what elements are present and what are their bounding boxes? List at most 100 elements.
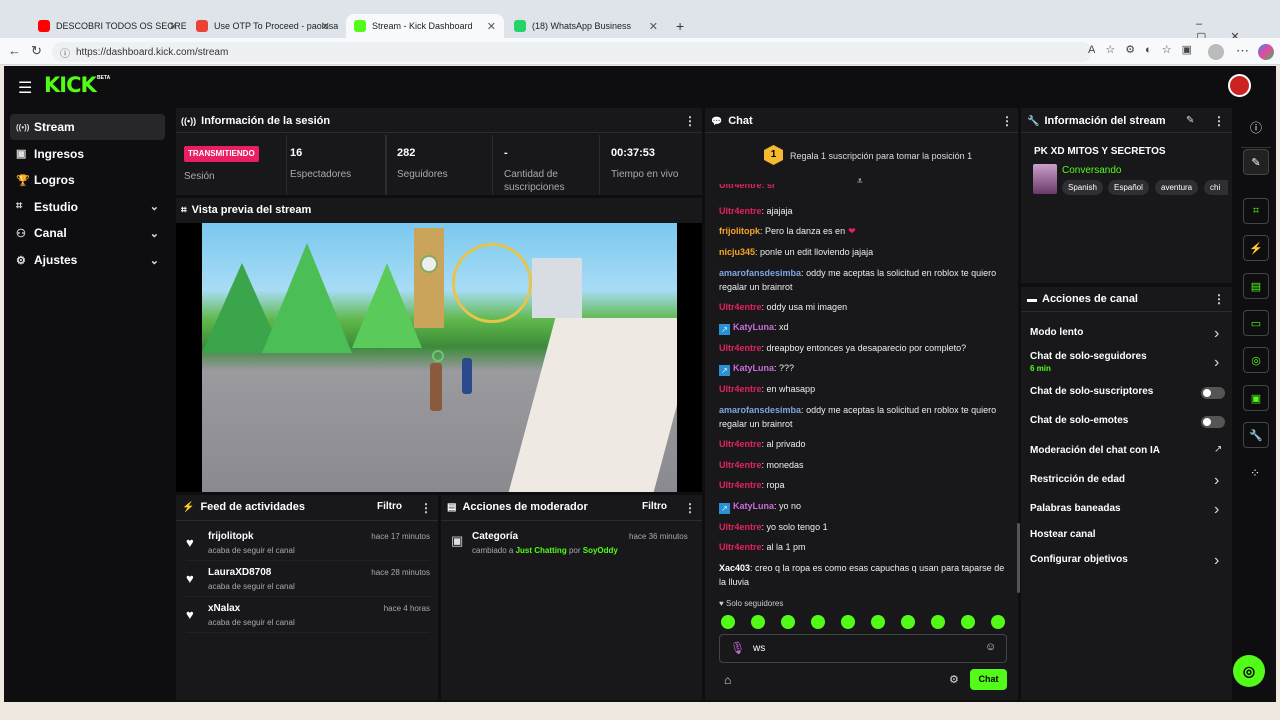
emote-icon[interactable] bbox=[721, 615, 735, 629]
chat-scrollbar[interactable] bbox=[1017, 523, 1020, 593]
category-thumbnail[interactable] bbox=[1033, 164, 1057, 194]
channel-action-modo-lento[interactable]: Modo lento bbox=[1030, 327, 1083, 338]
channel-action-moderaci-n-del-chat-con-ia[interactable]: Moderación del chat con IA bbox=[1030, 445, 1160, 456]
chat-username[interactable]: amarofansdesimba bbox=[719, 405, 801, 415]
browser-tab[interactable]: (18) WhatsApp Business ✕ bbox=[506, 14, 666, 38]
chat-username[interactable]: Ultr4entre bbox=[719, 384, 762, 394]
user-avatar[interactable] bbox=[1228, 74, 1251, 97]
emote-icon[interactable] bbox=[781, 615, 795, 629]
edit-pencil-icon[interactable]: ✎ bbox=[1186, 115, 1194, 126]
feed-item[interactable]: ♥ xNalax acaba de seguir el canal hace 4 ho… bbox=[186, 599, 430, 633]
external-link-icon[interactable]: ↗ bbox=[1214, 444, 1222, 455]
close-tab-icon[interactable]: ✕ bbox=[169, 20, 178, 33]
toggle-switch[interactable] bbox=[1201, 416, 1225, 428]
browser-tab[interactable]: Stream - Kick Dashboard ✕ bbox=[346, 14, 504, 38]
emote-icon[interactable] bbox=[991, 615, 1005, 629]
send-chat-button[interactable]: Chat bbox=[970, 669, 1007, 690]
toggle-switch[interactable] bbox=[1201, 387, 1225, 399]
emote-icon[interactable] bbox=[751, 615, 765, 629]
add-widget-icon[interactable]: ⁘ bbox=[1250, 466, 1260, 480]
chevron-right-icon[interactable]: › bbox=[1214, 325, 1219, 343]
feed-item-name[interactable]: xNalax bbox=[208, 603, 240, 614]
chevron-down-icon[interactable]: ⌄ bbox=[150, 227, 159, 240]
close-tab-icon[interactable]: ✕ bbox=[487, 20, 496, 33]
chat-settings-icon[interactable]: ⚙ bbox=[949, 673, 959, 686]
stream-category[interactable]: Conversando bbox=[1062, 165, 1121, 176]
emoji-picker-icon[interactable]: ☺ bbox=[985, 641, 996, 653]
chat-username[interactable]: Ultr4entre bbox=[719, 460, 762, 470]
site-info-icon[interactable]: ⓘ bbox=[60, 45, 70, 60]
feed-menu-icon[interactable]: ⋮ bbox=[420, 501, 432, 515]
new-tab-button[interactable]: + bbox=[676, 18, 684, 34]
channel-action-chat-de-solo-emotes[interactable]: Chat de solo-emotes bbox=[1030, 415, 1128, 426]
channel-action-hostear-canal[interactable]: Hostear canal bbox=[1030, 529, 1096, 540]
stream-tag[interactable]: chi bbox=[1204, 180, 1228, 195]
emote-icon[interactable] bbox=[811, 615, 825, 629]
back-icon[interactable]: ← bbox=[8, 43, 21, 58]
browser-tab[interactable]: DESCOBRI TODOS OS SEGREDOS✕ bbox=[30, 14, 186, 38]
preview-toggle-icon[interactable]: ⌗ bbox=[1243, 198, 1269, 224]
chat-username[interactable]: Ultr4entre bbox=[719, 480, 762, 490]
chat-username[interactable]: Ultr4entre bbox=[719, 302, 762, 312]
chevron-right-icon[interactable]: › bbox=[1214, 552, 1219, 570]
feed-filter-button[interactable]: Filtro bbox=[377, 501, 402, 512]
channel-action-palabras-baneadas[interactable]: Palabras baneadas bbox=[1030, 503, 1121, 514]
chat-username[interactable]: Ultr4entre bbox=[719, 522, 762, 532]
feed-item[interactable]: ♥ LauraXD8708 acaba de seguir el canal hace… bbox=[186, 563, 430, 597]
pinned-gift-text[interactable]: Regala 1 suscripción para tomar la posic… bbox=[790, 151, 972, 161]
feed-item[interactable]: ♥ frijolitopk acaba de seguir el canal hace… bbox=[186, 527, 430, 561]
stream-tag[interactable]: Spanish bbox=[1062, 180, 1103, 195]
session-toggle-icon[interactable]: ◎ bbox=[1243, 347, 1269, 373]
chat-username[interactable]: Ultr4entre bbox=[719, 343, 762, 353]
chevron-right-icon[interactable]: › bbox=[1214, 501, 1219, 519]
menu-dots-icon[interactable]: ⋯ bbox=[1236, 43, 1249, 59]
channel-action-restricci-n-de-edad[interactable]: Restricción de edad bbox=[1030, 474, 1125, 485]
stream-tag[interactable]: aventura bbox=[1155, 180, 1199, 195]
chat-username[interactable]: frijolitopk bbox=[719, 226, 760, 236]
hamburger-menu-icon[interactable]: ☰ bbox=[18, 78, 32, 98]
emote-icon[interactable] bbox=[961, 615, 975, 629]
store-icon[interactable]: ⌂ bbox=[724, 673, 731, 687]
chat-username[interactable]: Ultr4entre bbox=[719, 206, 762, 216]
chat-username[interactable]: Ultr4entre bbox=[719, 439, 762, 449]
sidebar-item-logros[interactable]: 🏆 Logros bbox=[10, 167, 165, 193]
stream-preview-video[interactable] bbox=[202, 223, 677, 492]
channel-action-chat-de-solo-seguidores[interactable]: Chat de solo-seguidores bbox=[1030, 351, 1147, 362]
chat-input[interactable]: ws bbox=[753, 643, 765, 654]
mod-actions-toggle-icon[interactable]: ▤ bbox=[1243, 273, 1269, 299]
browser-toolbar-icons[interactable]: A☆⚙◐☆▣ bbox=[1088, 43, 1202, 56]
close-tab-icon[interactable]: ✕ bbox=[649, 20, 658, 33]
feed-item-name[interactable]: LauraXD8708 bbox=[208, 567, 271, 578]
copilot-icon[interactable] bbox=[1258, 44, 1274, 60]
emote-icon[interactable] bbox=[841, 615, 855, 629]
profile-avatar[interactable] bbox=[1208, 44, 1224, 60]
emote-icon[interactable] bbox=[931, 615, 945, 629]
chat-username[interactable]: Xac403 bbox=[719, 563, 750, 573]
url-field[interactable]: https://dashboard.kick.com/stream bbox=[52, 42, 1092, 62]
stream-info-toggle-icon[interactable]: 🔧 bbox=[1243, 422, 1269, 448]
chat-menu-icon[interactable]: ⋮ bbox=[1001, 114, 1013, 128]
sidebar-item-stream[interactable]: ((•)) Stream bbox=[10, 114, 165, 140]
channel-action-chat-de-solo-suscriptores[interactable]: Chat de solo-suscriptores bbox=[1030, 386, 1153, 397]
session-menu-icon[interactable]: ⋮ bbox=[684, 114, 696, 128]
channel-actions-toggle-icon[interactable]: ▣ bbox=[1243, 385, 1269, 411]
chat-username[interactable]: Ultr4entre bbox=[719, 542, 762, 552]
channel-action-configurar-objetivos[interactable]: Configurar objetivos bbox=[1030, 554, 1128, 565]
close-tab-icon[interactable]: ✕ bbox=[321, 20, 330, 33]
chevron-down-icon[interactable]: ⌄ bbox=[150, 254, 159, 267]
feed-item-name[interactable]: frijolitopk bbox=[208, 531, 254, 542]
emote-icon[interactable] bbox=[871, 615, 885, 629]
chat-username[interactable]: KatyLuna bbox=[733, 322, 774, 332]
stream-tag[interactable]: Español bbox=[1108, 180, 1149, 195]
chevron-down-icon[interactable]: ⌄ bbox=[150, 200, 159, 213]
chat-username[interactable]: KatyLuna bbox=[733, 501, 774, 511]
chevron-right-icon[interactable]: › bbox=[1214, 472, 1219, 490]
sidebar-item-canal[interactable]: ⚇ Canal ⌄ bbox=[10, 220, 165, 246]
sidebar-item-ajustes[interactable]: ⚙ Ajustes ⌄ bbox=[10, 247, 165, 273]
mod-item-category[interactable]: Just Chatting bbox=[516, 546, 567, 555]
kick-logo[interactable]: KICK bbox=[44, 73, 97, 97]
info-icon[interactable]: ⓘ bbox=[1250, 119, 1262, 136]
channel-actions-menu-icon[interactable]: ⋮ bbox=[1213, 292, 1225, 306]
activity-toggle-icon[interactable]: ⚡ bbox=[1243, 235, 1269, 261]
sidebar-item-estudio[interactable]: ⌗ Estudio ⌄ bbox=[10, 194, 165, 220]
